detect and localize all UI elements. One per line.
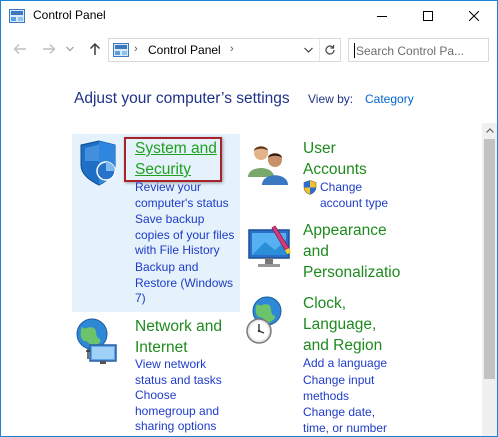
- link-line: View network: [135, 357, 207, 371]
- link-change-input-methods[interactable]: Change input methods: [303, 373, 374, 404]
- appearance-title-line1[interactable]: Appearance: [303, 220, 387, 241]
- link-line: computer's status: [135, 195, 229, 210]
- shield-icon[interactable]: [75, 139, 123, 187]
- link-line: methods: [303, 388, 350, 403]
- search-box[interactable]: [348, 38, 489, 62]
- control-panel-icon: [9, 9, 25, 23]
- close-button[interactable]: [451, 1, 497, 31]
- clock-region-title-line3[interactable]: and Region: [303, 335, 382, 356]
- user-accounts-title-line2[interactable]: Accounts: [303, 159, 367, 180]
- forward-button[interactable]: [41, 41, 57, 57]
- user-accounts-title-line1[interactable]: User: [303, 138, 336, 159]
- maximize-button[interactable]: [405, 1, 451, 31]
- title-bar[interactable]: Control Panel: [1, 1, 497, 31]
- minimize-icon: [377, 16, 387, 17]
- link-add-language[interactable]: Add a language: [303, 356, 387, 372]
- chevron-right-icon[interactable]: ›: [230, 43, 234, 55]
- link-line: with File History: [135, 243, 220, 257]
- link-change-date-time[interactable]: Change date, time, or number: [303, 405, 387, 436]
- link-change-account-type-cont[interactable]: account type: [303, 196, 388, 212]
- chevron-right-icon[interactable]: ›: [134, 43, 138, 55]
- link-line: time, or number: [303, 420, 388, 435]
- chevron-up-icon: [485, 127, 494, 133]
- clock-region-title-line2[interactable]: Language,: [303, 314, 376, 335]
- link-line: Restore (Windows: [135, 275, 234, 290]
- link-homegroup[interactable]: Choose homegroup and sharing options: [135, 388, 219, 435]
- focus-rectangle: [124, 137, 222, 182]
- address-history-button[interactable]: [298, 39, 318, 61]
- search-input[interactable]: [356, 42, 486, 59]
- forward-arrow-icon: [43, 44, 56, 54]
- link-line: Change: [320, 180, 363, 194]
- network-internet-title-line2[interactable]: Internet: [135, 337, 188, 358]
- link-line: sharing options: [135, 419, 217, 433]
- link-view-network-status[interactable]: View network status and tasks: [135, 357, 222, 388]
- scroll-thumb[interactable]: [484, 139, 495, 379]
- breadcrumb-control-panel[interactable]: Control Panel: [148, 43, 221, 57]
- globe-network-icon[interactable]: [74, 317, 122, 365]
- window-title: Control Panel: [33, 8, 106, 22]
- users-icon[interactable]: [245, 141, 293, 189]
- link-line: 7): [135, 291, 146, 305]
- link-line: copies of your files: [135, 227, 235, 242]
- back-arrow-icon: [13, 44, 26, 54]
- link-file-history[interactable]: Save backup copies of your files with Fi…: [135, 212, 234, 259]
- chevron-down-icon: [66, 46, 74, 52]
- back-button[interactable]: [12, 41, 28, 57]
- link-backup-restore[interactable]: Backup and Restore (Windows 7): [135, 260, 233, 307]
- control-panel-icon: [113, 43, 129, 57]
- appearance-title-line3[interactable]: Personalizatio: [303, 262, 400, 283]
- link-line: homegroup and: [135, 403, 220, 418]
- link-line: Change input: [303, 373, 375, 387]
- minimize-button[interactable]: [359, 1, 405, 31]
- navigation-bar: › Control Panel ›: [1, 31, 497, 67]
- link-line: Add a language: [303, 356, 388, 370]
- text-cursor: [354, 43, 355, 58]
- link-line: status and tasks: [135, 372, 222, 387]
- link-line: Save backup: [135, 212, 205, 226]
- recent-locations-button[interactable]: [65, 41, 75, 57]
- refresh-icon: [325, 45, 335, 55]
- link-line: Change date,: [303, 405, 376, 419]
- scroll-up-button[interactable]: [482, 123, 497, 137]
- up-button[interactable]: [87, 41, 103, 57]
- link-line: Backup and: [135, 260, 199, 274]
- link-review-status[interactable]: Review your computer's status: [135, 180, 229, 211]
- close-icon: [469, 11, 479, 21]
- appearance-title-line2[interactable]: and: [303, 241, 329, 262]
- uac-shield-icon: [303, 180, 317, 195]
- vertical-scrollbar[interactable]: [482, 123, 497, 436]
- maximize-icon: [423, 11, 433, 21]
- page-heading: Adjust your computer’s settings: [74, 90, 290, 107]
- clock-globe-icon[interactable]: [245, 295, 293, 344]
- link-change-account-type[interactable]: Change: [320, 180, 362, 196]
- view-by-dropdown[interactable]: Category: [365, 92, 414, 106]
- address-bar[interactable]: › Control Panel ›: [108, 38, 341, 62]
- monitor-paint-icon[interactable]: [245, 222, 293, 270]
- clock-region-title-line1[interactable]: Clock,: [303, 293, 346, 314]
- link-line: Choose: [135, 388, 177, 402]
- main-content: Adjust your computer’s settings View by:…: [1, 67, 497, 436]
- link-line: account type: [320, 196, 389, 210]
- control-panel-window: Control Panel › Control Panel › Search C…: [0, 0, 498, 437]
- network-internet-title-line1[interactable]: Network and: [135, 316, 222, 337]
- view-by-label: View by:: [308, 92, 354, 106]
- link-line: Review your: [135, 180, 202, 194]
- refresh-button[interactable]: [319, 39, 340, 61]
- up-arrow-icon: [89, 42, 101, 55]
- chevron-down-icon: [303, 47, 313, 53]
